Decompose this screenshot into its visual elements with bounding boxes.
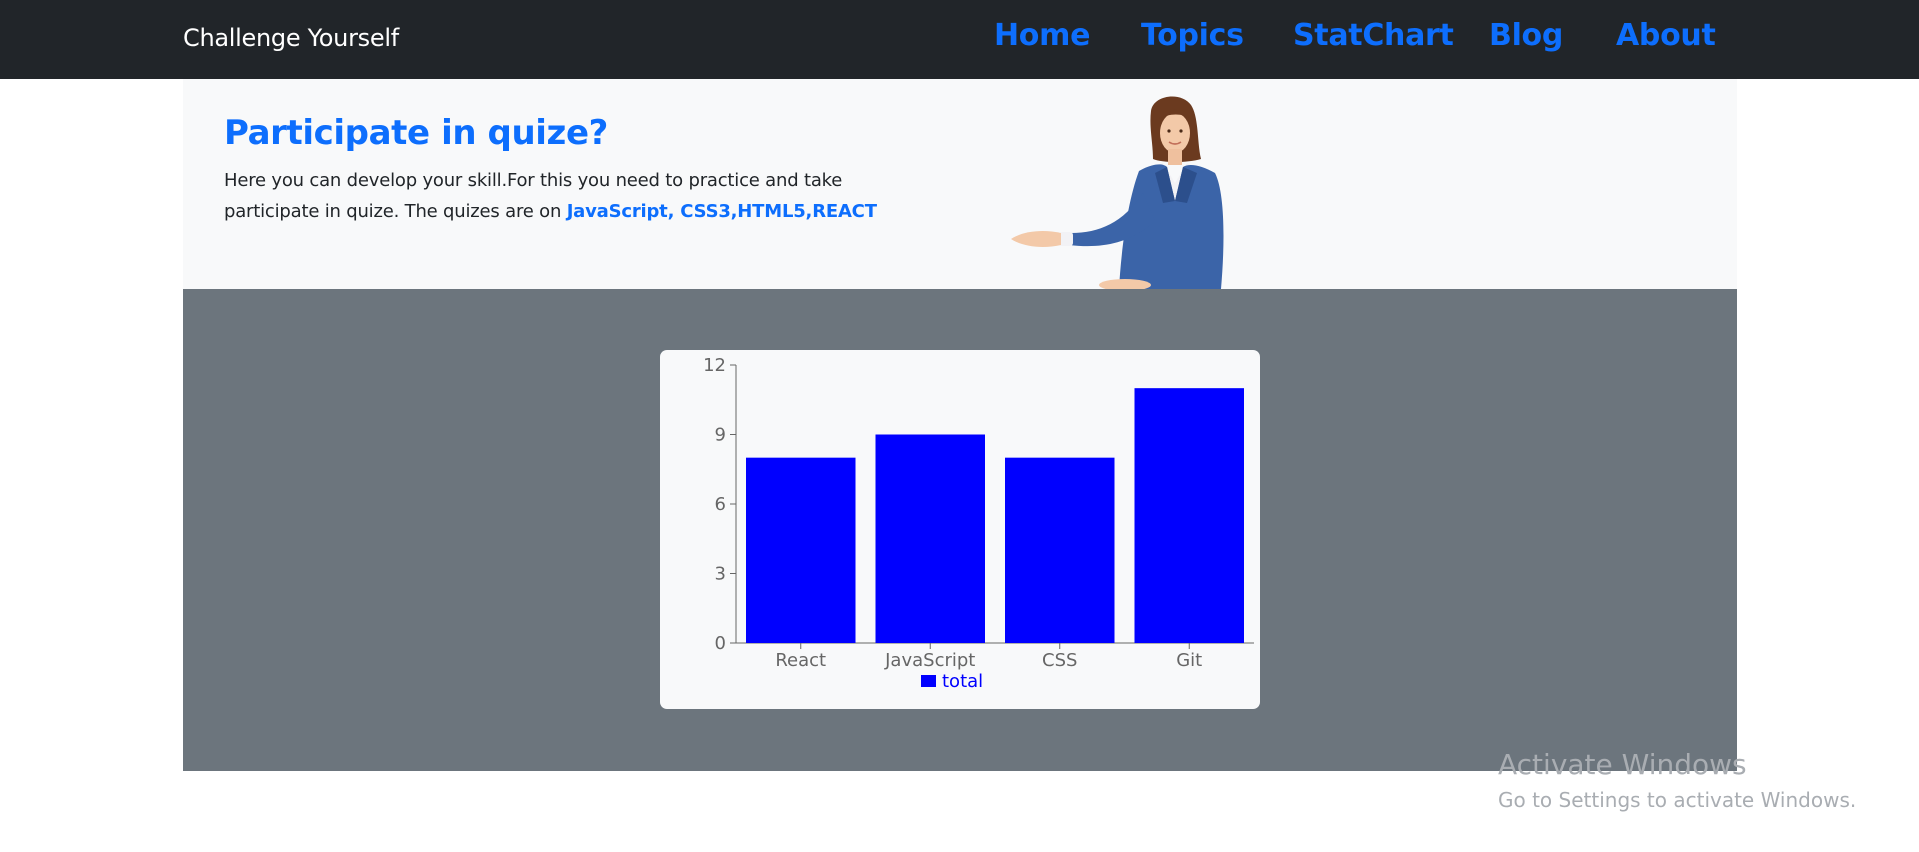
bar-chart: 0 3 6 9 12 React JavaScript CSS Git total <box>703 355 1254 692</box>
hero-text-line1: Here you can develop your skill.For this… <box>224 170 843 191</box>
activate-windows-title: Activate Windows <box>1498 748 1747 781</box>
y-tick-label: 3 <box>715 564 726 585</box>
y-tick-label: 6 <box>715 494 726 515</box>
legend-swatch <box>921 675 936 687</box>
stat-chart-section: 0 3 6 9 12 React JavaScript CSS Git total <box>183 289 1737 771</box>
brand-logo[interactable]: Challenge Yourself <box>183 24 399 52</box>
chart-card: 0 3 6 9 12 React JavaScript CSS Git total <box>660 350 1260 709</box>
y-tick-label: 12 <box>703 355 726 376</box>
x-tick-label: CSS <box>1042 650 1077 671</box>
y-tick-label: 0 <box>715 633 726 654</box>
hero-description: Here you can develop your skill.For this… <box>224 165 924 227</box>
nav-about-link[interactable]: About <box>1616 18 1716 53</box>
hero-text-line2: participate in quize. The quizes are on <box>224 201 567 222</box>
bar-javascript <box>875 434 985 643</box>
hero-topics-highlight: JavaScript, CSS3,HTML5,REACT <box>566 201 877 222</box>
bar-css <box>1005 457 1115 643</box>
bar-react <box>746 457 856 643</box>
woman-presenting-icon <box>1011 96 1224 289</box>
navbar: Challenge Yourself Home Topics StatChart… <box>0 0 1919 79</box>
x-tick-label: React <box>775 650 826 671</box>
nav-topics-link[interactable]: Topics <box>1141 18 1244 53</box>
hero-title: Participate in quize? <box>224 113 608 153</box>
activate-windows-subtitle: Go to Settings to activate Windows. <box>1498 788 1857 812</box>
x-tick-label: Git <box>1176 650 1202 671</box>
nav-statchart-link[interactable]: StatChart <box>1293 18 1454 53</box>
hero-banner: Participate in quize? Here you can devel… <box>183 79 1737 289</box>
bar-git <box>1134 388 1244 643</box>
legend-label: total <box>942 671 983 692</box>
x-tick-label: JavaScript <box>884 650 975 671</box>
nav-blog-link[interactable]: Blog <box>1489 18 1563 53</box>
nav-home-link[interactable]: Home <box>994 18 1090 53</box>
y-tick-label: 9 <box>715 425 726 446</box>
